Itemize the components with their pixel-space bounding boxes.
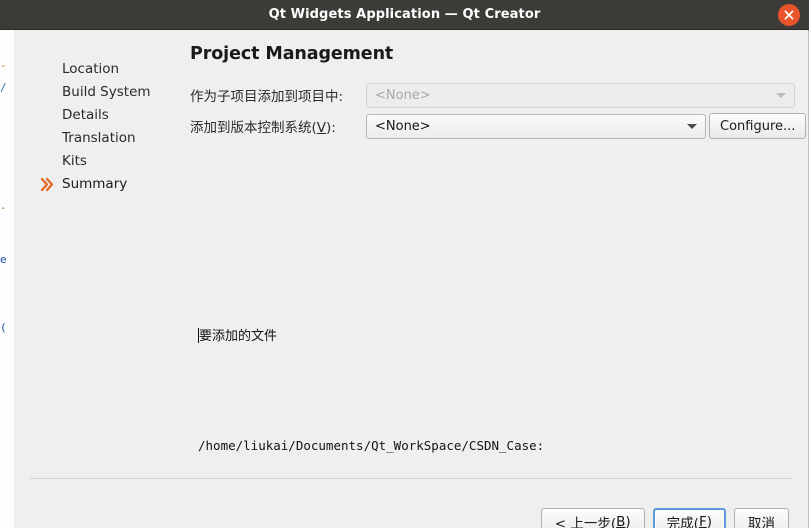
subproject-label: 作为子项目添加到项目中: [190,89,344,105]
summary-heading: 要添加的文件 [199,329,278,344]
chevron-down-icon [776,93,786,98]
configure-button[interactable]: Configure... [709,113,807,139]
version-control-label: 添加到版本控制系统(V): [190,120,336,136]
wizard-step-label: Translation [62,130,136,146]
subproject-row: 作为子项目添加到项目中: <None> [190,82,795,108]
version-control-row: 添加到版本控制系统(V): <None> [190,113,706,139]
wizard-step-label: Summary [62,176,128,192]
back-button[interactable]: < 上一步(B) [540,508,645,528]
wizard-step-label: Kits [62,153,87,169]
double-chevron-right-icon [40,176,56,193]
subproject-combobox: <None> [366,82,795,108]
summary-heading-line: 要添加的文件 [198,326,792,347]
version-control-combobox[interactable]: <None> [366,113,706,139]
wizard-step-build-system[interactable]: Build System [36,81,176,104]
summary-path: /home/liukai/Documents/Qt_WorkSpace/CSDN… [198,438,545,453]
background-editor-strip: - /. e ( [0,30,15,528]
dialog-footer: < 上一步(B) 完成(F) 取消 [540,508,789,528]
wizard-step-kits[interactable]: Kits [36,150,176,173]
footer-separator [30,478,792,479]
subproject-value: <None> [375,87,431,103]
wizard-step-label: Location [62,61,120,77]
background-text-fragment: / [0,81,7,94]
version-control-value: <None> [375,118,431,134]
project-wizard-dialog: Location Build System Details Translation Ki… [14,30,809,528]
background-text-fragment: ( [0,321,7,334]
wizard-step-list: Location Build System Details Translation Ki… [36,58,176,196]
wizard-step-translation[interactable]: Translation [36,127,176,150]
chevron-down-icon [687,124,697,129]
background-text-fragment: . [0,199,7,212]
close-icon[interactable] [778,4,800,26]
window-title: Qt Widgets Application — Qt Creator [268,7,541,22]
files-to-add-summary[interactable]: 要添加的文件 /home/liukai/Documents/Qt_WorkSpa… [198,286,792,528]
finish-button[interactable]: 完成(F) [652,508,726,528]
titlebar: Qt Widgets Application — Qt Creator [0,0,809,30]
screen: - /. e ( Qt Widgets Application — Qt Creato… [0,0,809,528]
wizard-step-location[interactable]: Location [36,58,176,81]
cancel-button[interactable]: 取消 [734,508,789,528]
background-text-fragment: e [0,253,7,266]
page-title: Project Management [190,44,394,64]
summary-gap-1 [198,387,792,396]
wizard-step-summary[interactable]: Summary [36,173,176,196]
background-text-fragment: - [0,59,7,72]
summary-gap-2 [198,496,792,505]
wizard-step-label: Build System [62,84,151,100]
wizard-step-details[interactable]: Details [36,104,176,127]
wizard-page: Project Management 作为子项目添加到项目中: <None> 添… [176,30,808,528]
wizard-step-label: Details [62,107,109,123]
